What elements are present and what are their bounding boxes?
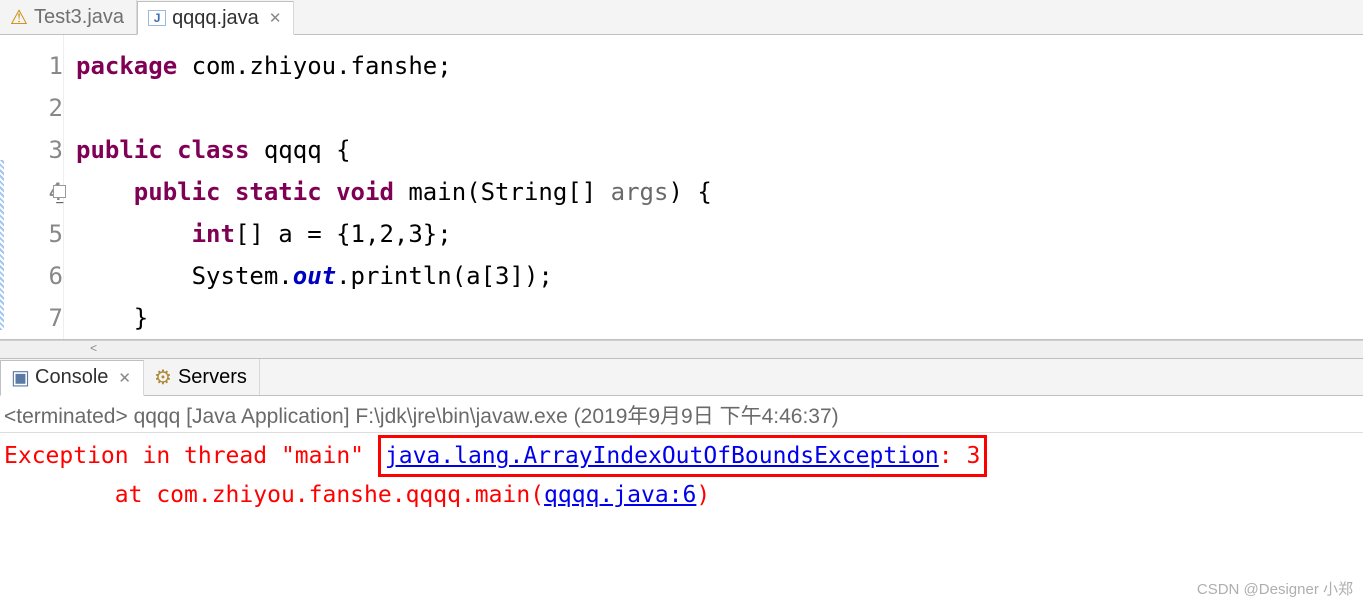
tab-label: Servers: [178, 366, 247, 389]
line-number: 6: [14, 255, 63, 297]
line-number: 4−: [14, 171, 63, 213]
line-number: 1: [14, 45, 63, 87]
stack-frame-suffix: ): [696, 482, 710, 508]
close-icon[interactable]: ✕: [118, 369, 131, 387]
code-area[interactable]: package com.zhiyou.fanshe; public class …: [64, 35, 1363, 339]
tab-test3-java[interactable]: ⚠ Test3.java: [0, 0, 137, 34]
tab-label: Test3.java: [34, 6, 124, 29]
horizontal-scrollbar[interactable]: <: [0, 340, 1363, 358]
code-editor: 1 2 3 4− 5 6 7 package com.zhiyou.fanshe…: [0, 35, 1363, 340]
line-number-gutter: 1 2 3 4− 5 6 7: [14, 35, 64, 339]
console-launch-description: <terminated> qqqq [Java Application] F:\…: [0, 396, 1363, 433]
fold-toggle-icon[interactable]: −: [56, 182, 64, 224]
line-number: 2: [14, 87, 63, 129]
highlight-box: java.lang.ArrayIndexOutOfBoundsException…: [378, 435, 987, 477]
stack-frame-link[interactable]: qqqq.java:6: [544, 482, 696, 508]
console-output[interactable]: Exception in thread "main" java.lang.Arr…: [0, 433, 1363, 517]
csdn-watermark: CSDN @Designer 小郑: [1197, 578, 1353, 599]
tab-servers[interactable]: ⚙ Servers: [144, 359, 260, 395]
tab-qqqq-java[interactable]: J qqqq.java ✕: [137, 1, 294, 35]
tab-console[interactable]: ▣ Console ✕: [0, 360, 144, 396]
line-number: 7: [14, 297, 63, 339]
exception-class-link[interactable]: java.lang.ArrayIndexOutOfBoundsException: [385, 443, 939, 469]
servers-icon: ⚙: [154, 365, 172, 390]
exception-index: : 3: [939, 443, 981, 469]
marker-bar: [0, 35, 14, 339]
java-warning-icon: ⚠: [10, 5, 28, 30]
scroll-left-icon[interactable]: <: [90, 342, 97, 356]
exception-prefix: Exception in thread "main": [4, 443, 378, 469]
line-number: 3: [14, 129, 63, 171]
bottom-view-tabs: ▣ Console ✕ ⚙ Servers: [0, 358, 1363, 396]
tab-label: Console: [35, 366, 108, 389]
java-file-icon: J: [148, 10, 166, 26]
close-icon[interactable]: ✕: [269, 9, 282, 27]
editor-tab-bar: ⚠ Test3.java J qqqq.java ✕: [0, 0, 1363, 35]
console-icon: ▣: [11, 365, 29, 390]
stack-frame-prefix: at com.zhiyou.fanshe.qqqq.main(: [4, 482, 544, 508]
tab-label: qqqq.java: [172, 7, 259, 30]
change-indicator: [0, 160, 4, 330]
